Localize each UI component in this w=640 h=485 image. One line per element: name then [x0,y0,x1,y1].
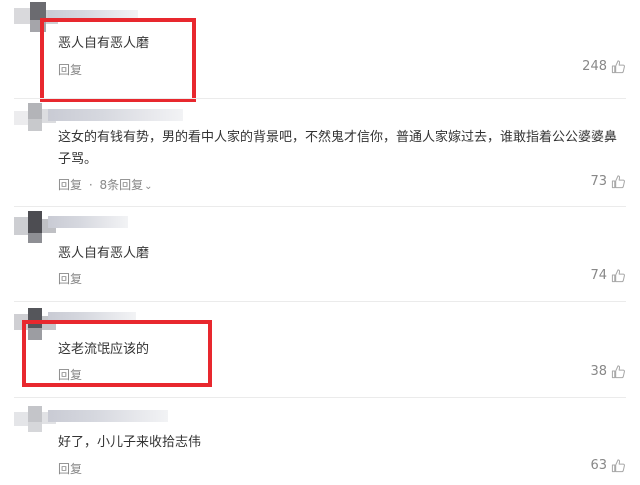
like-count: 74 [590,268,607,283]
comment-text: 这老流氓应该的 [58,342,150,357]
comment-text: 恶人自有恶人磨 [58,36,150,51]
more-replies-toggle[interactable]: 8条回复⌄ [100,178,153,192]
thumbs-up-icon [611,459,625,473]
username-redacted [48,109,183,121]
like-button[interactable]: 74 [590,268,626,283]
separator-dot: · [88,178,93,192]
like-count: 63 [590,458,607,473]
comment-item: 恶人自有恶人磨 回复 248 [0,0,640,102]
thumbs-up-icon [611,365,625,379]
comment-item: 这女的有钱有势，男的看中人家的背景吧，不然鬼才信你，普通人家嫁过去，谁敢指着公公… [0,99,640,207]
thumbs-up-icon [611,269,625,283]
like-button[interactable]: 38 [590,364,626,379]
reply-button[interactable]: 回复 [58,270,82,287]
highlight-box [40,18,196,102]
username-redacted [48,410,168,422]
reply-row: 回复 · 8条回复⌄ [58,176,153,193]
like-count: 73 [590,174,607,189]
thumbs-up-icon [611,175,625,189]
reply-button[interactable]: 回复 [58,61,82,78]
username-redacted [48,10,138,22]
reply-button[interactable]: 回复 [58,460,82,477]
reply-button[interactable]: 回复 [58,178,82,192]
username-redacted [48,312,136,324]
username-redacted [48,216,128,228]
comment-item: 好了，小儿子来收拾志伟 回复 63 [0,398,640,485]
comment-text: 恶人自有恶人磨 [58,246,150,261]
comment-text: 这女的有钱有势，男的看中人家的背景吧，不然鬼才信你，普通人家嫁过去，谁敢指着公公… [58,130,618,167]
like-count: 248 [582,59,607,74]
like-button[interactable]: 63 [590,458,626,473]
comment-item: 恶人自有恶人磨 回复 74 [0,207,640,302]
like-button[interactable]: 73 [590,174,626,189]
like-count: 38 [590,364,607,379]
comment-item: 这老流氓应该的 回复 38 [0,302,640,398]
thumbs-up-icon [611,60,625,74]
reply-button[interactable]: 回复 [58,366,82,383]
comment-text: 好了，小儿子来收拾志伟 [58,435,202,450]
chevron-down-icon: ⌄ [144,181,153,192]
more-replies-label: 8条回复 [99,178,144,192]
like-button[interactable]: 248 [582,59,626,74]
